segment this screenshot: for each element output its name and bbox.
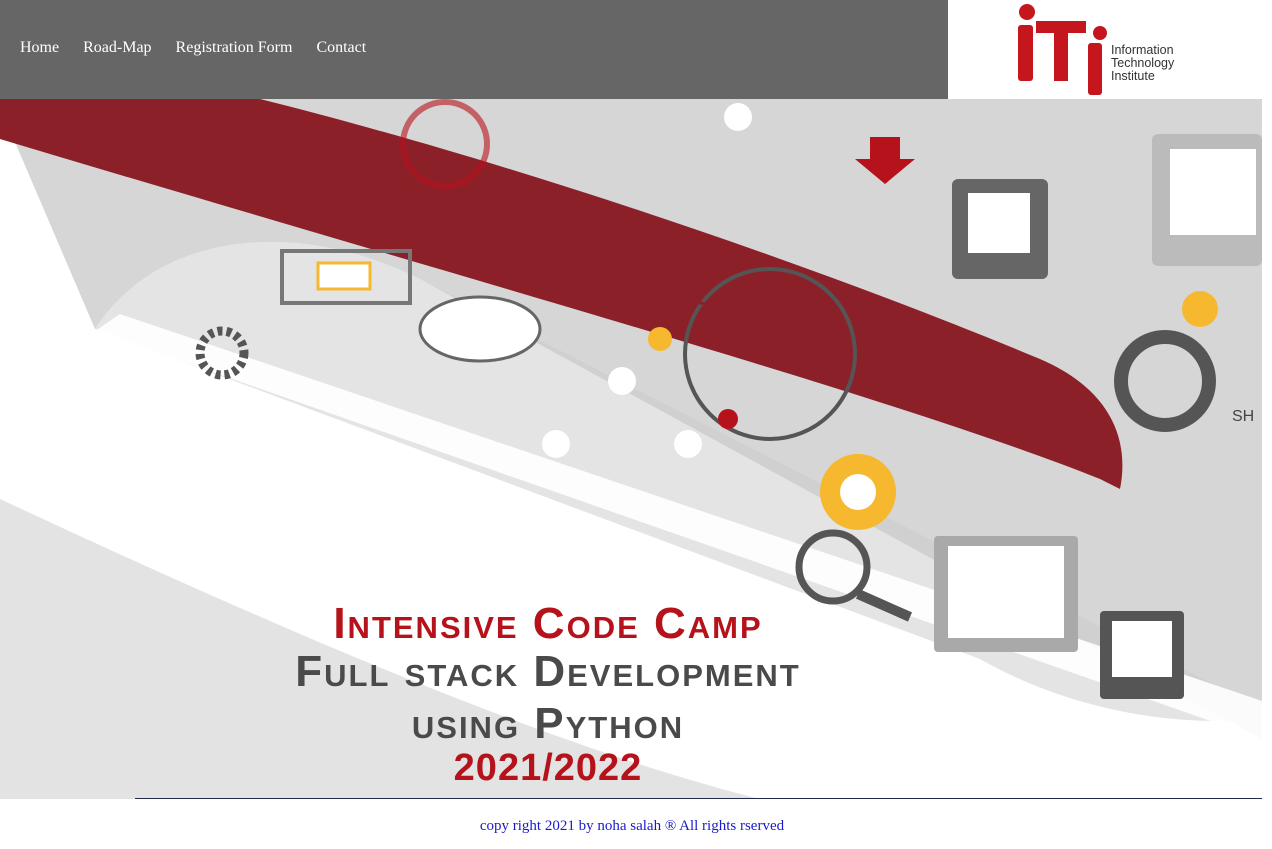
footer-divider — [135, 798, 1262, 799]
banner-title-line1: Intensive Code Camp — [333, 599, 763, 648]
iti-logo: Information Technology Institute — [948, 0, 1272, 99]
iti-logo-mark — [1018, 4, 1107, 95]
iti-logo-text: Information Technology Institute — [1111, 44, 1221, 83]
nav-menu: Home Road-Map Registration Form Contact — [20, 38, 390, 58]
logo-line-institute: Institute — [1111, 69, 1155, 83]
banner-title-year: 2021/2022 — [453, 747, 643, 789]
banner-icon-fragment-text: SH — [1232, 408, 1254, 425]
footer-copyright: copy right 2021 by noha salah ® All righ… — [479, 818, 785, 834]
banner-title-line2: Full stack Development — [295, 647, 801, 696]
nav-link-home[interactable]: Home — [20, 39, 59, 56]
nav-link-road-map[interactable]: Road-Map — [83, 39, 151, 56]
nav-link-contact[interactable]: Contact — [316, 39, 366, 56]
top-navbar: Home Road-Map Registration Form Contact — [0, 0, 948, 99]
hero-banner: SH Intensive Code Camp Full stack Develo… — [0, 99, 1262, 799]
nav-link-registration-form[interactable]: Registration Form — [176, 39, 293, 56]
banner-title-line3: using Python — [411, 699, 685, 748]
